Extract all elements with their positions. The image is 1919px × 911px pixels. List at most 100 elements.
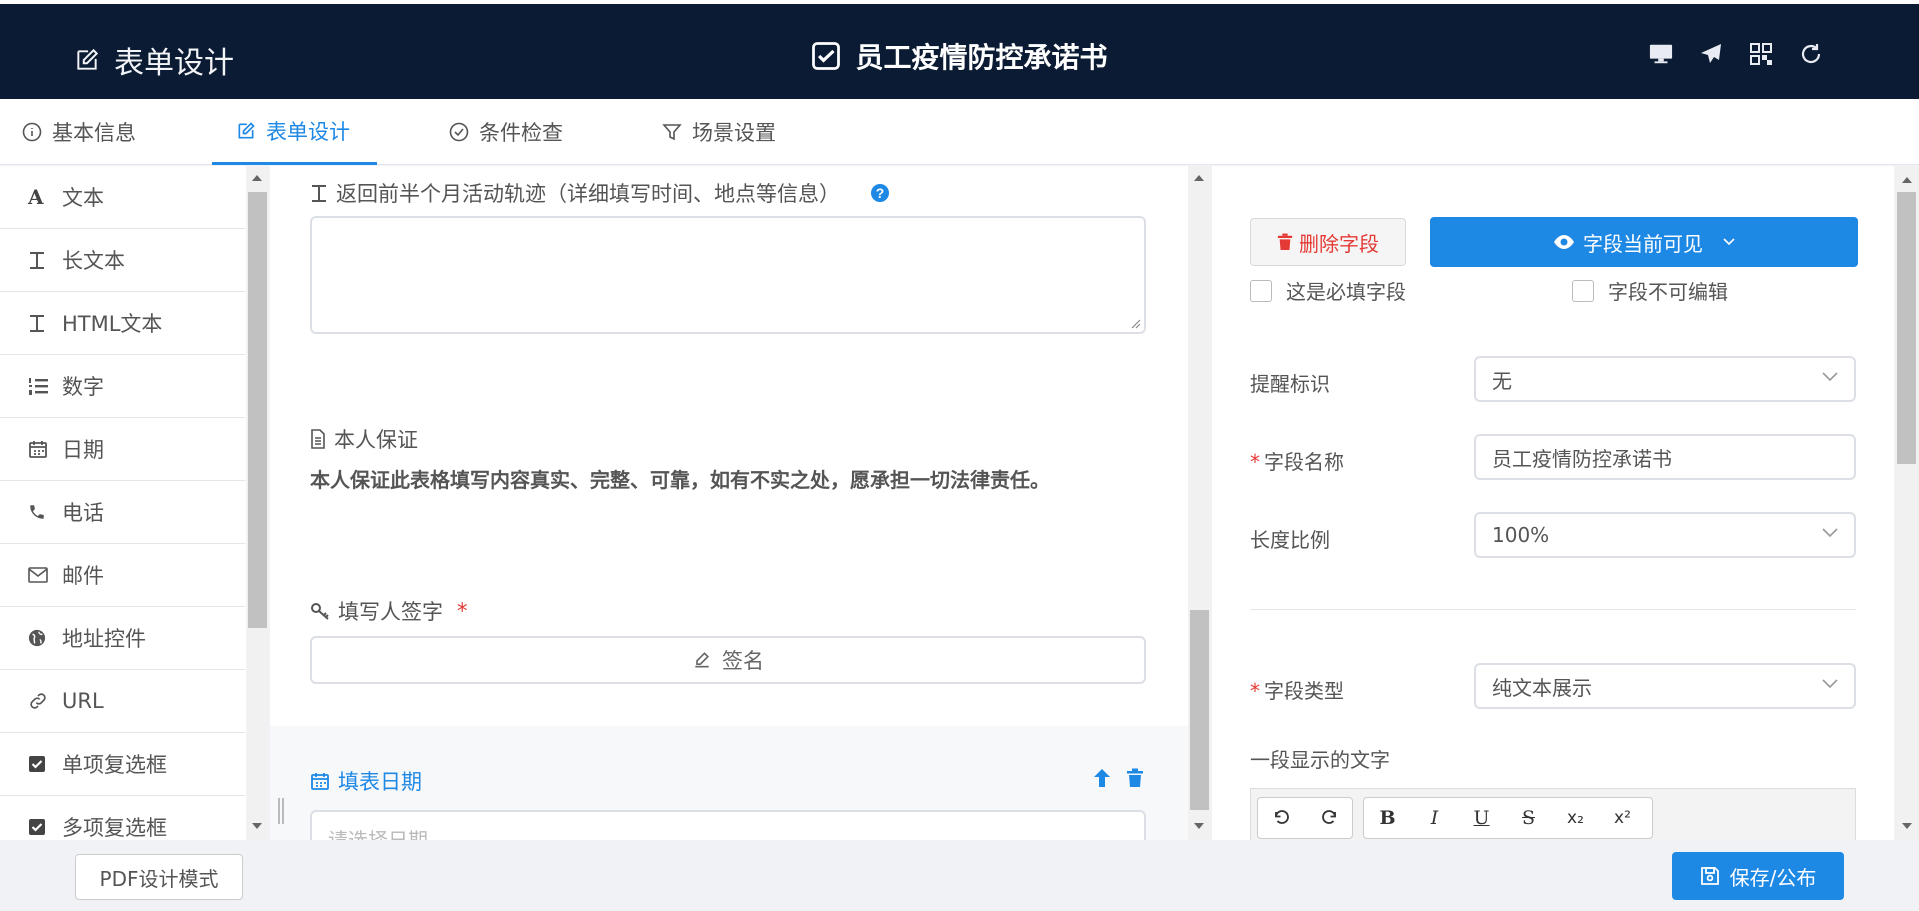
palette-item-address[interactable]: 地址控件: [0, 607, 245, 670]
delete-field-label: 删除字段: [1299, 231, 1379, 256]
reminder-select[interactable]: 无: [1474, 356, 1856, 402]
file-text-icon: [310, 429, 326, 449]
phone-icon: [28, 503, 50, 521]
field-type-select[interactable]: 纯文本展示: [1474, 663, 1856, 709]
date-placeholder: 请选择日期: [328, 828, 428, 840]
desktop-icon[interactable]: [1649, 42, 1673, 66]
required-field-checkbox[interactable]: 这是必填字段: [1250, 276, 1406, 305]
width-ratio-select[interactable]: 100%: [1474, 512, 1856, 558]
travel-history-textarea[interactable]: [310, 216, 1146, 334]
sign-button[interactable]: 签名: [310, 636, 1146, 684]
sidebar-scrollbar[interactable]: [246, 166, 268, 840]
fill-date-input[interactable]: 请选择日期: [310, 810, 1146, 840]
italic-button[interactable]: I: [1411, 798, 1458, 838]
strikethrough-button[interactable]: S: [1505, 798, 1552, 838]
palette-item-label: 电话: [62, 501, 104, 525]
tab-label: 基本信息: [52, 121, 136, 145]
canvas-drag-handle[interactable]: [278, 798, 284, 824]
tab-label: 条件检查: [479, 121, 563, 145]
redo-icon[interactable]: [1305, 798, 1352, 838]
move-up-icon[interactable]: [1092, 768, 1112, 788]
palette-item-date[interactable]: 日期: [0, 418, 245, 481]
checkbox-label: 字段不可编辑: [1608, 280, 1728, 304]
refresh-icon[interactable]: [1799, 42, 1823, 66]
readonly-field-checkbox[interactable]: 字段不可编辑: [1572, 276, 1728, 305]
tab-scene-settings[interactable]: 场景设置: [662, 99, 776, 165]
tab-form-design[interactable]: 表单设计: [212, 99, 377, 165]
palette-item-label: 数字: [62, 375, 104, 399]
rich-text-toolbar: B I U S x₂ x²: [1250, 788, 1856, 840]
scroll-up-arrow-icon[interactable]: [1901, 176, 1913, 184]
check-circle-icon: [449, 122, 469, 142]
save-publish-button[interactable]: 保存/公布: [1672, 852, 1844, 900]
field-name-label: * 字段名称: [1250, 446, 1344, 475]
palette-item-multi-checkbox[interactable]: 多项复选框: [0, 796, 245, 840]
field-name-value: 员工疫情防控承诺书: [1492, 446, 1672, 471]
help-icon[interactable]: ?: [870, 183, 890, 203]
chevron-down-icon: [1822, 528, 1838, 538]
palette-item-number[interactable]: 数字: [0, 355, 245, 418]
pen-icon: [692, 650, 712, 670]
width-ratio-label: 长度比例: [1250, 528, 1330, 552]
subscript-button[interactable]: x₂: [1552, 798, 1599, 838]
save-publish-label: 保存/公布: [1729, 865, 1817, 890]
width-ratio-value: 100%: [1492, 523, 1550, 547]
field-type-label: * 字段类型: [1250, 675, 1344, 704]
checkbox-box[interactable]: [1572, 279, 1594, 302]
palette-item-phone[interactable]: 电话: [0, 481, 245, 544]
sidebar-scroll-thumb[interactable]: [248, 192, 267, 628]
scroll-up-arrow-icon[interactable]: [1193, 174, 1205, 182]
palette-item-long-text[interactable]: 长文本: [0, 229, 245, 292]
info-icon: [22, 122, 42, 142]
field-palette: A 文本 长文本 HTML文本 数字 日期 电话 邮件 地址控件 URL 单项复…: [0, 166, 246, 840]
undo-icon[interactable]: [1258, 798, 1305, 838]
canvas-scroll-thumb[interactable]: [1190, 610, 1209, 810]
field-name-input[interactable]: 员工疫情防控承诺书: [1474, 434, 1856, 480]
text-icon: [28, 250, 50, 270]
field-label-text: 填写人签字: [338, 600, 443, 624]
field-type-value: 纯文本展示: [1492, 675, 1592, 700]
properties-scroll-thumb[interactable]: [1897, 192, 1916, 464]
palette-item-email[interactable]: 邮件: [0, 544, 245, 607]
scroll-down-arrow-icon[interactable]: [1901, 822, 1913, 830]
qrcode-icon[interactable]: [1749, 42, 1773, 66]
checkbox-box[interactable]: [1250, 279, 1272, 302]
scroll-up-arrow-icon[interactable]: [251, 174, 263, 182]
palette-item-label: 单项复选框: [62, 753, 167, 777]
footer-bar: PDF设计模式 保存/公布: [0, 840, 1919, 911]
chevron-down-icon: [1822, 679, 1838, 689]
delete-field-button[interactable]: 删除字段: [1250, 218, 1406, 266]
send-icon[interactable]: [1699, 42, 1723, 66]
palette-item-text[interactable]: A 文本: [0, 166, 245, 229]
section-divider: [1250, 609, 1856, 610]
text-icon: [28, 313, 50, 333]
form-title-text: 员工疫情防控承诺书: [855, 41, 1108, 74]
palette-item-label: 长文本: [62, 249, 125, 273]
field-label-fill-date: 填表日期: [310, 766, 422, 796]
palette-item-label: 多项复选框: [62, 816, 167, 840]
tab-label: 表单设计: [266, 119, 350, 144]
tab-condition-check[interactable]: 条件检查: [449, 99, 563, 165]
trash-icon[interactable]: [1126, 768, 1144, 788]
bold-button[interactable]: B: [1364, 798, 1411, 838]
palette-item-url[interactable]: URL: [0, 670, 245, 733]
resize-handle-icon[interactable]: [1129, 317, 1141, 329]
pdf-design-mode-button[interactable]: PDF设计模式: [75, 854, 243, 900]
scroll-down-arrow-icon[interactable]: [1193, 822, 1205, 830]
field-name-label-text: 字段名称: [1264, 450, 1344, 474]
link-icon: [28, 691, 50, 711]
scroll-down-arrow-icon[interactable]: [251, 822, 263, 830]
tab-basic-info[interactable]: 基本信息: [22, 99, 136, 165]
palette-item-single-checkbox[interactable]: 单项复选框: [0, 733, 245, 796]
underline-button[interactable]: U: [1458, 798, 1505, 838]
chevron-down-icon: [1723, 238, 1735, 246]
tab-label: 场景设置: [692, 121, 776, 145]
properties-scrollbar[interactable]: [1894, 166, 1919, 840]
canvas-scrollbar[interactable]: [1188, 166, 1210, 840]
field-label-text: 返回前半个月活动轨迹（详细填写时间、地点等信息）: [336, 182, 840, 206]
history-button-group: [1257, 797, 1353, 839]
field-visibility-dropdown[interactable]: 字段当前可见: [1430, 217, 1858, 267]
superscript-button[interactable]: x²: [1599, 798, 1646, 838]
palette-item-label: 日期: [62, 438, 104, 462]
palette-item-html-text[interactable]: HTML文本: [0, 292, 245, 355]
